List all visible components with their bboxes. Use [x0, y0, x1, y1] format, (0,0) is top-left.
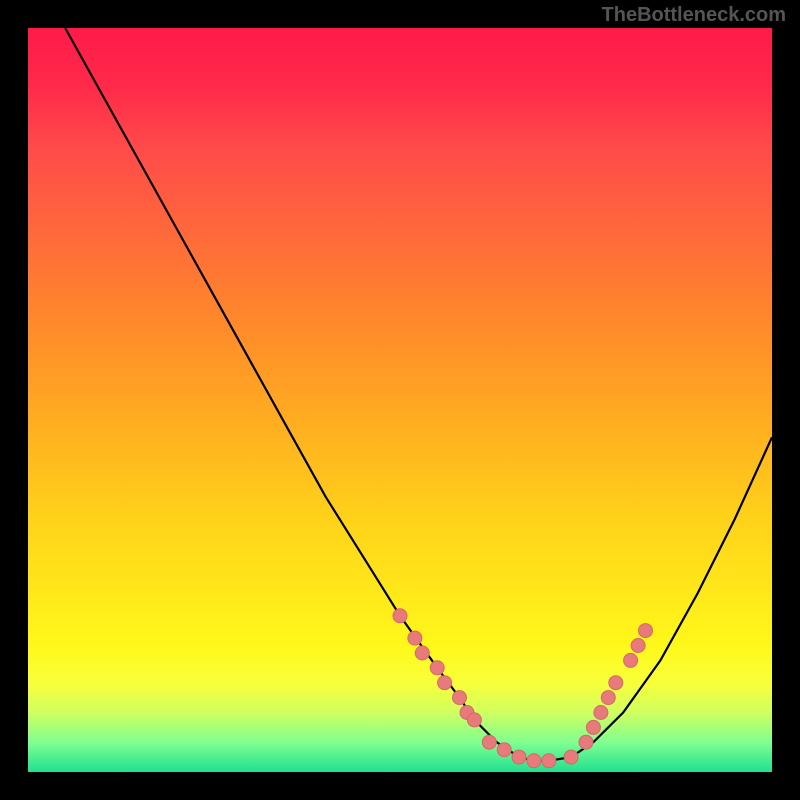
plot-area	[28, 28, 772, 772]
watermark-text: TheBottleneck.com	[602, 4, 786, 27]
chart-svg	[28, 28, 772, 772]
curve-marker	[631, 639, 645, 653]
curve-marker	[393, 609, 407, 623]
curve-markers	[393, 609, 653, 768]
curve-marker	[467, 713, 481, 727]
curve-marker	[453, 691, 467, 705]
curve-marker	[601, 691, 615, 705]
curve-marker	[482, 735, 496, 749]
curve-marker	[639, 624, 653, 638]
curve-marker	[438, 676, 452, 690]
curve-marker	[430, 661, 444, 675]
curve-marker	[542, 754, 556, 768]
curve-marker	[497, 743, 511, 757]
curve-marker	[624, 653, 638, 667]
curve-marker	[579, 735, 593, 749]
curve-marker	[408, 631, 422, 645]
curve-marker	[609, 676, 623, 690]
curve-marker	[527, 754, 541, 768]
curve-marker	[586, 720, 600, 734]
curve-marker	[415, 646, 429, 660]
curve-marker	[512, 750, 526, 764]
curve-marker	[594, 706, 608, 720]
curve-marker	[564, 750, 578, 764]
